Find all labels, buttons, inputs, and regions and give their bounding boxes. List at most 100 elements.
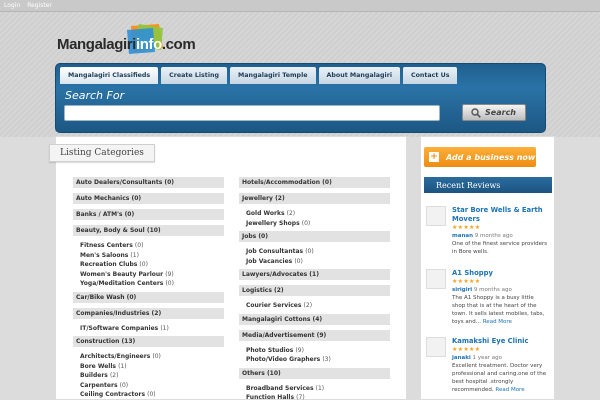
subcategory-count: (0) — [139, 261, 148, 268]
avatar — [426, 337, 446, 357]
subcategory-link[interactable]: Broadband Services (1) — [239, 384, 390, 394]
subcategory-count: (7) — [296, 394, 305, 400]
category-heading[interactable]: Companies/Industries (2) — [73, 307, 224, 319]
subcategory-name: Gold Works — [246, 210, 287, 217]
logo-text: Mangalagiriinfo.com — [57, 36, 196, 53]
subcategory-count: (0) — [305, 248, 314, 255]
review-title-link[interactable]: Kamakshi Eye Clinic — [452, 337, 548, 346]
category-name: Hotels/Accommodation — [242, 179, 323, 186]
category-heading[interactable]: Media/Advertisement (9) — [239, 329, 390, 341]
subcategory-link[interactable]: Job Vacancies (0) — [239, 257, 390, 267]
review-meta: janaki 1 year ago — [452, 354, 548, 362]
subcategory-count: (9) — [165, 270, 174, 278]
subcategory-count: (2) — [286, 210, 296, 217]
subcategory-link[interactable]: Recreation Clubs (0) — [73, 260, 224, 270]
category-name: Lawyers/Advocates — [242, 271, 310, 278]
top-bar: Login Register — [0, 0, 600, 12]
subcategory-link[interactable]: Function Halls (7) — [239, 393, 390, 400]
category-heading[interactable]: Auto Dealers/Consultants (0) — [73, 177, 224, 188]
subcategory-count: (3) — [322, 356, 331, 363]
subcategory-link[interactable]: Ceiling Contractors (0) — [73, 390, 224, 400]
subcategory-link[interactable]: Courier Services (2) — [239, 301, 390, 311]
subcategory-link[interactable]: Yoga/Meditation Centers (0) — [73, 279, 224, 289]
plus-icon: + — [429, 152, 439, 162]
search-label: Search For — [65, 89, 125, 102]
review-author[interactable]: sirigiri — [452, 287, 472, 293]
subcategory-count: (2) — [303, 302, 313, 309]
login-link[interactable]: Login — [4, 2, 20, 9]
category-heading[interactable]: Banks / ATM's (0) — [73, 209, 224, 220]
subcategory-link[interactable]: Photo Studios (9) — [239, 346, 390, 356]
rating-stars-icon: ★★★★★ — [452, 224, 481, 231]
rating-stars-icon: ★★★★★ — [452, 278, 481, 285]
category-count: (0) — [322, 179, 332, 186]
category-heading[interactable]: Lawyers/Advocates (1) — [239, 269, 390, 280]
read-more-link[interactable]: Read More — [483, 319, 512, 325]
rating-stars-icon: ★★★★★ — [452, 346, 481, 353]
review-author[interactable]: janaki — [452, 355, 471, 361]
review-title-link[interactable]: A1 Shoppy — [452, 269, 548, 278]
category-heading[interactable]: Jobs (0) — [239, 231, 390, 242]
category-heading[interactable]: Car/Bike Wash (0) — [73, 291, 224, 303]
categories-title: Listing Categories — [49, 144, 155, 162]
category-heading[interactable]: Construction (13) — [73, 336, 224, 347]
nav-contact[interactable]: Contact Us — [402, 67, 458, 84]
subcategory-link[interactable]: Job Consultantas (0) — [239, 247, 390, 257]
subcategory-name: Function Halls — [246, 394, 297, 400]
subcategory-link[interactable]: Carpenters (0) — [73, 381, 224, 391]
category-count: (2) — [275, 195, 285, 202]
site-logo[interactable]: Mangalagiriinfo.com — [57, 24, 196, 60]
category-heading[interactable]: Hotels/Accommodation (0) — [239, 177, 390, 188]
nav-create-listing[interactable]: Create Listing — [161, 67, 227, 84]
subcategory-name: Builders — [80, 372, 110, 379]
subcategory-count: (0) — [134, 242, 144, 249]
subcategory-count: (2) — [109, 372, 119, 379]
search-button-label: Search — [485, 108, 516, 117]
category-name: Jobs — [242, 233, 259, 240]
subcategory-name: Job Consultantas — [246, 248, 306, 255]
review-age: 9 months ago — [473, 233, 513, 239]
category-count: (0) — [164, 179, 175, 186]
avatar — [426, 206, 446, 226]
nav-classifieds[interactable]: Mangalagiri Classifieds — [60, 67, 159, 84]
search-input[interactable] — [64, 105, 440, 121]
category-heading[interactable]: Logistics (2) — [239, 285, 390, 296]
category-heading[interactable]: Others (10) — [239, 367, 390, 379]
categories-left-column: Auto Dealers/Consultants (0) Auto Mechani… — [73, 177, 224, 400]
subcategory-link[interactable]: Fitness Centers (0) — [73, 241, 224, 251]
category-count: (1) — [309, 271, 319, 278]
review-title-link[interactable]: Star Bore Wells & Earth Movers — [452, 206, 548, 224]
category-count: (4) — [312, 315, 323, 323]
search-icon — [471, 108, 481, 118]
category-heading[interactable]: Jewellery (2) — [239, 193, 390, 204]
add-business-button[interactable]: + Add a business now — [424, 147, 536, 167]
category-name: Media/Advertisement — [242, 331, 317, 339]
review-age: 9 months ago — [472, 287, 512, 293]
sidebar: + Add a business now Recent Reviews Star… — [420, 136, 555, 400]
category-heading[interactable]: Auto Mechanics (0) — [73, 193, 224, 204]
subcategory-link[interactable]: Gold Works (2) — [239, 209, 390, 219]
subcategory-link[interactable]: Architects/Engineers (0) — [73, 352, 224, 362]
read-more-link[interactable]: Read More — [495, 387, 524, 393]
subcategory-link[interactable]: Bore Wells (1) — [73, 362, 224, 372]
nav-temple[interactable]: Mangalagiri Temple — [229, 67, 316, 84]
search-button[interactable]: Search — [462, 104, 526, 121]
category-heading[interactable]: Mangalagiri Cottons (4) — [239, 313, 390, 325]
review-author[interactable]: manan — [452, 233, 473, 239]
category-name: Logistics — [242, 287, 275, 294]
subcategory-link[interactable]: Women's Beauty Parlour (9) — [73, 270, 224, 280]
review-age: 1 year ago — [470, 355, 503, 361]
register-link[interactable]: Register — [27, 2, 52, 9]
category-heading[interactable]: Beauty, Body & Soul (10) — [73, 225, 224, 236]
subcategory-name: Photo/Video Graphers — [246, 356, 323, 363]
subcategory-name: Women's Beauty Parlour — [80, 270, 166, 278]
search-panel: Mangalagiri Classifieds Create Listing M… — [55, 63, 546, 133]
category-count: (0) — [131, 195, 142, 202]
subcategory-link[interactable]: Jewellery Shops (0) — [239, 219, 390, 229]
subcategory-link[interactable]: Builders (2) — [73, 371, 224, 381]
subcategory-link[interactable]: IT/Software Companies (1) — [73, 324, 224, 334]
subcategory-link[interactable]: Men's Saloons (1) — [73, 251, 224, 261]
subcategory-link[interactable]: Photo/Video Graphers (3) — [239, 355, 390, 365]
category-name: Jewellery — [242, 195, 276, 202]
nav-about[interactable]: About Mangalagiri — [318, 67, 400, 84]
